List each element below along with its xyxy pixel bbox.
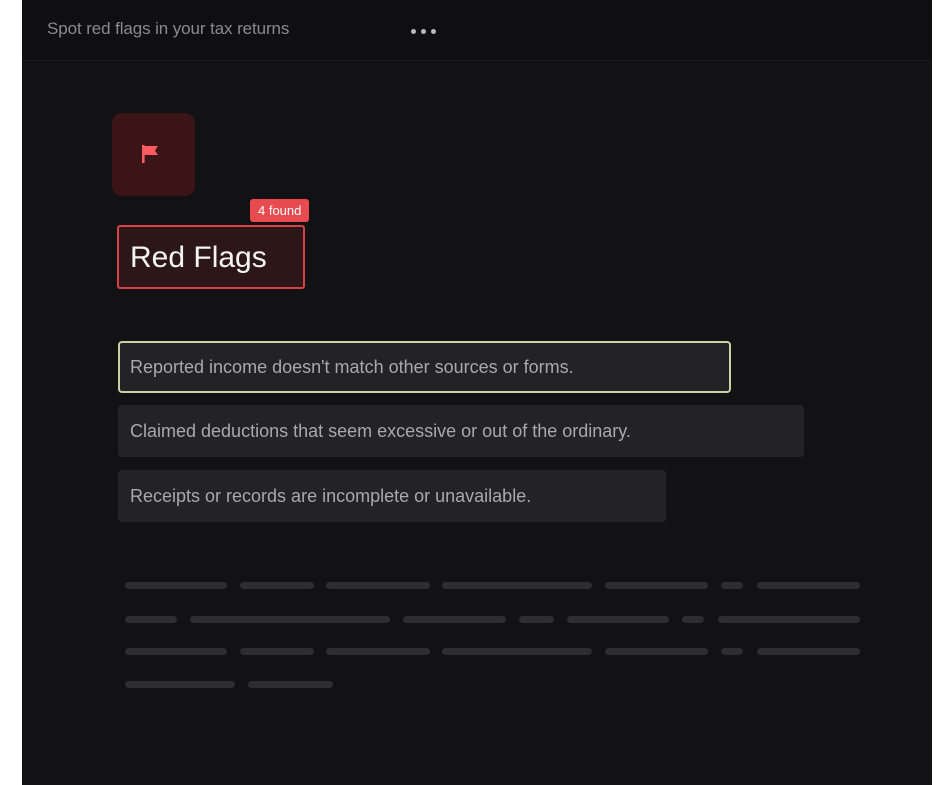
dot	[421, 28, 426, 34]
placeholder-line	[605, 582, 708, 589]
placeholder-line	[718, 616, 860, 623]
placeholder-line	[125, 582, 227, 589]
placeholder-line	[326, 582, 430, 589]
placeholder-line	[567, 616, 669, 623]
placeholder-line	[442, 582, 592, 589]
title-highlight-box[interactable]: Red Flags	[117, 225, 305, 289]
more-options-icon[interactable]	[411, 24, 455, 38]
red-flag-item[interactable]: Claimed deductions that seem excessive o…	[118, 405, 804, 457]
placeholder-line	[605, 648, 708, 655]
placeholder-line	[240, 582, 314, 589]
placeholder-line	[721, 648, 743, 655]
found-count-badge: 4 found	[250, 199, 310, 222]
top-bar: Spot red flags in your tax returns	[22, 0, 932, 61]
placeholder-line	[403, 616, 506, 623]
placeholder-line	[757, 648, 860, 655]
placeholder-line	[240, 648, 314, 655]
page-title: Red Flags	[130, 241, 267, 274]
red-flag-item[interactable]: Receipts or records are incomplete or un…	[118, 470, 666, 522]
flag-icon-tile	[112, 113, 195, 196]
dot	[411, 28, 416, 34]
app-window: Spot red flags in your tax returns 4 fou…	[22, 0, 932, 785]
placeholder-line	[125, 681, 235, 688]
placeholder-line	[125, 616, 177, 623]
flag-icon	[142, 145, 158, 163]
placeholder-line	[442, 648, 592, 655]
placeholder-line	[757, 582, 860, 589]
placeholder-line	[190, 616, 390, 623]
red-flag-item[interactable]: Reported income doesn't match other sour…	[118, 341, 731, 393]
placeholder-line	[682, 616, 704, 623]
placeholder-line	[125, 648, 227, 655]
placeholder-line	[326, 648, 430, 655]
placeholder-line	[519, 616, 554, 623]
topbar-title: Spot red flags in your tax returns	[47, 19, 290, 38]
dot	[431, 28, 436, 34]
placeholder-line	[721, 582, 743, 589]
placeholder-line	[248, 681, 333, 688]
